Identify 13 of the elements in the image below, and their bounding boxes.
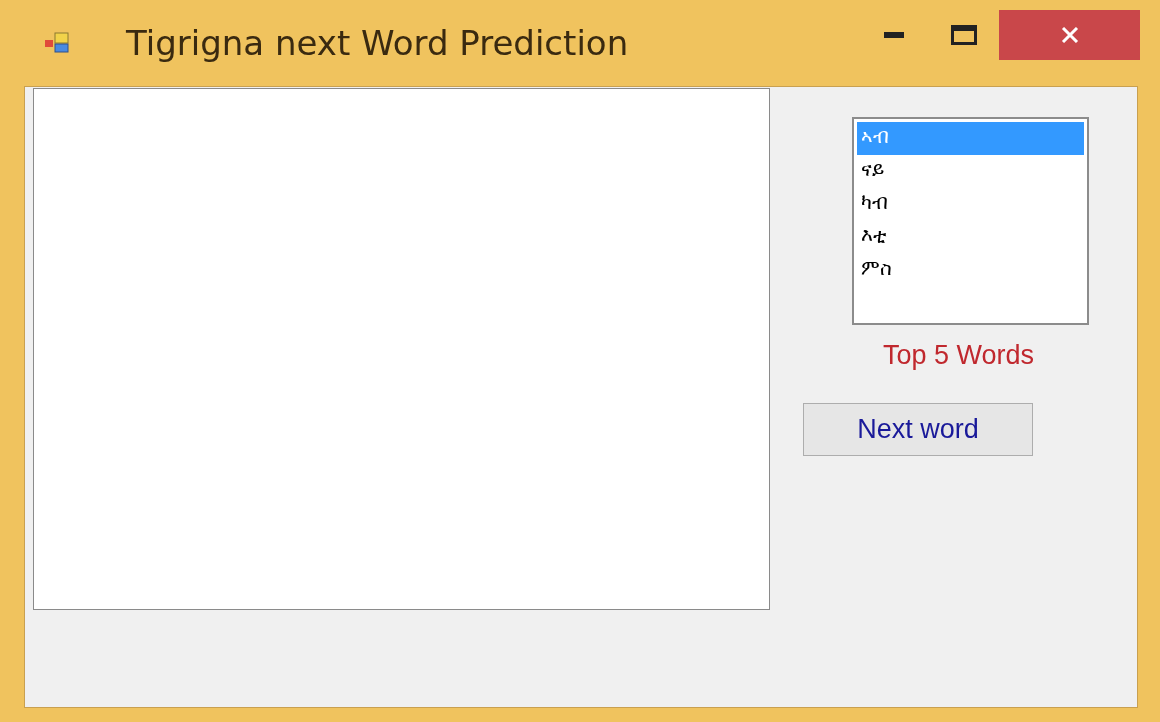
list-caption: Top 5 Words xyxy=(883,340,1035,371)
word-list-item[interactable]: ናይ xyxy=(857,155,1084,188)
minimize-icon xyxy=(884,32,904,38)
word-list-item[interactable]: ካብ xyxy=(857,188,1084,221)
word-list-item[interactable]: እቲ xyxy=(857,221,1084,254)
next-word-button[interactable]: Next word xyxy=(803,403,1033,456)
close-icon xyxy=(1060,27,1079,43)
word-listbox[interactable]: ኣብ ናይ ካብ እቲ ምስ xyxy=(852,117,1089,325)
text-input-area[interactable] xyxy=(33,88,770,610)
word-list-item[interactable]: ምስ xyxy=(857,254,1084,287)
app-icon xyxy=(44,32,70,54)
window-title: Tigrigna next Word Prediction xyxy=(126,23,629,63)
maximize-icon xyxy=(951,25,977,45)
